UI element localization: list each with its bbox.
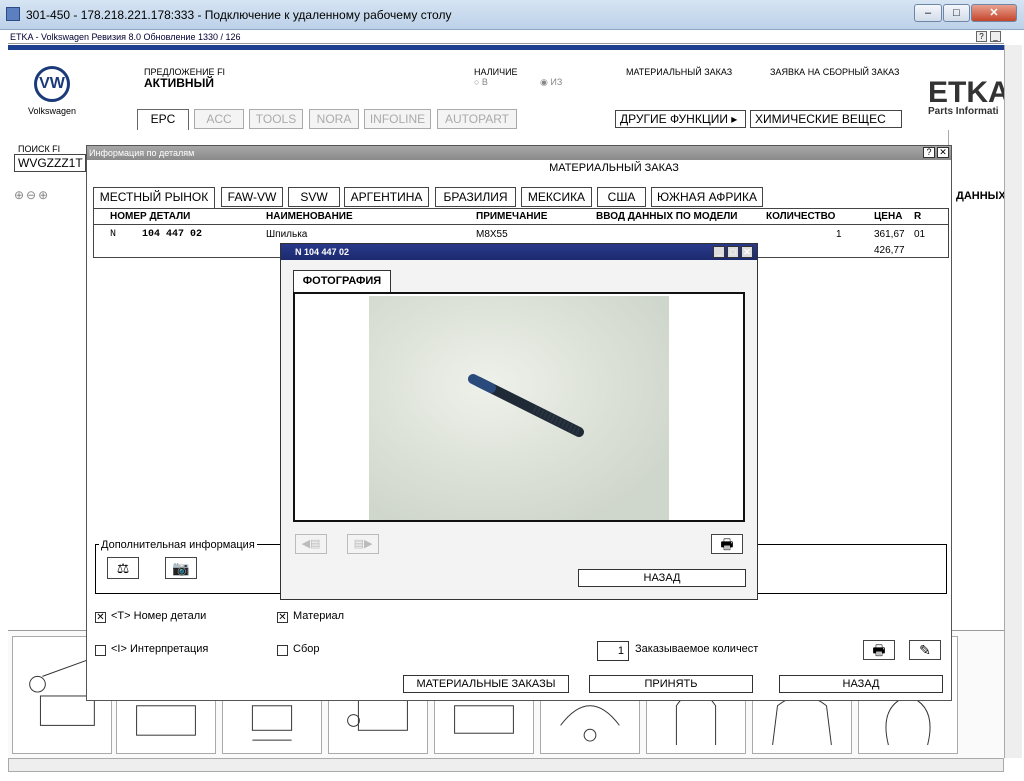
tab-brazil[interactable]: БРАЗИЛИЯ xyxy=(435,187,516,207)
tab-usa[interactable]: США xyxy=(597,187,646,207)
availability-label: НАЛИЧИЕ xyxy=(474,67,518,77)
table-header: НОМЕР ДЕТАЛИ НАИМЕНОВАНИЕ ПРИМЕЧАНИЕ ВВО… xyxy=(94,209,948,225)
availability-option-in[interactable]: ○ В xyxy=(474,77,488,87)
etka-minimize-button[interactable]: _ xyxy=(990,31,1001,42)
offer-value: АКТИВНЫЙ xyxy=(144,76,214,90)
additional-info-label: Дополнительная информация xyxy=(99,539,257,551)
col-note: ПРИМЕЧАНИЕ xyxy=(476,211,548,222)
maximize-button[interactable]: □ xyxy=(943,4,970,22)
dialog-help-button[interactable]: ? xyxy=(923,147,935,158)
photo-minimize-button[interactable]: _ xyxy=(713,246,725,258)
assembly-order-label[interactable]: ЗАЯВКА НА СБОРНЫЙ ЗАКАЗ xyxy=(770,67,899,77)
row-prefix[interactable]: N xyxy=(110,229,116,240)
row-name[interactable]: Шпилька xyxy=(266,229,307,240)
vw-logo: VW xyxy=(34,66,70,102)
photo-print-icon[interactable]: 🖶 xyxy=(711,534,743,554)
row-part-number[interactable]: 104 447 02 xyxy=(142,229,202,240)
order-quantity-input[interactable]: 1 xyxy=(597,641,629,661)
col-quantity: КОЛИЧЕСТВО xyxy=(766,211,836,222)
photo-frame xyxy=(293,292,745,522)
dialog-close-button[interactable]: ✕ xyxy=(937,147,949,158)
checkbox-part-number[interactable]: ✕ xyxy=(95,612,106,623)
checkbox-assembly[interactable] xyxy=(277,645,288,656)
checkbox-material-label: Материал xyxy=(293,610,344,622)
col-model-data: ВВОД ДАННЫХ ПО МОДЕЛИ xyxy=(596,211,738,222)
tab-tools[interactable]: TOOLS xyxy=(249,109,303,129)
photo-back-button[interactable]: НАЗАД xyxy=(578,569,746,587)
brand-logo-text: Volkswagen xyxy=(28,106,77,116)
rdp-title-bar: 301-450 - 178.218.221.178:333 - Подключе… xyxy=(0,0,1024,30)
tab-nora[interactable]: NORA xyxy=(309,109,359,129)
order-quantity-label: Заказываемое количест xyxy=(635,643,759,655)
photo-dialog: N 104 447 02 _ □ ✕ ФОТОГРАФИЯ ◀▤ ▤▶ 🖶 НА… xyxy=(280,243,758,600)
row-quantity[interactable]: 1 xyxy=(836,229,842,240)
tab-acc[interactable]: ACC xyxy=(194,109,244,129)
material-orders-button[interactable]: МАТЕРИАЛЬНЫЕ ЗАКАЗЫ xyxy=(403,675,569,693)
tab-argentina[interactable]: АРГЕНТИНА xyxy=(344,187,429,207)
col-price: ЦЕНА xyxy=(874,211,903,222)
next-photo-button[interactable]: ▤▶ xyxy=(347,534,379,554)
row-price-2[interactable]: 426,77 xyxy=(874,245,905,256)
camera-icon[interactable]: 📷 xyxy=(165,557,197,579)
right-panel xyxy=(948,130,1004,630)
other-functions-button[interactable]: ДРУГИЕ ФУНКЦИИ ▸ xyxy=(615,110,746,128)
checkbox-interpretation[interactable] xyxy=(95,645,106,656)
row-price[interactable]: 361,67 xyxy=(874,229,905,240)
checkbox-material[interactable]: ✕ xyxy=(277,612,288,623)
scale-icon[interactable]: ⚖ xyxy=(107,557,139,579)
material-order-label[interactable]: МАТЕРИАЛЬНЫЙ ЗАКАЗ xyxy=(626,67,732,77)
tab-south-africa[interactable]: ЮЖНАЯ АФРИКА xyxy=(651,187,763,207)
print-icon[interactable]: 🖶 xyxy=(863,640,895,660)
back-button[interactable]: НАЗАД xyxy=(779,675,943,693)
tab-infoline[interactable]: INFOLINE xyxy=(364,109,431,129)
tab-local-market[interactable]: МЕСТНЫЙ РЫНОК xyxy=(93,187,215,208)
dialog-heading: МАТЕРИАЛЬНЫЙ ЗАКАЗ xyxy=(549,162,679,174)
accept-button[interactable]: ПРИНЯТЬ xyxy=(589,675,753,693)
row-r[interactable]: 01 xyxy=(914,229,925,240)
tab-faw-vw[interactable]: FAW-VW xyxy=(221,187,283,207)
etka-title-bar: ETKA - Volkswagen Ревизия 8.0 Обновление… xyxy=(8,30,1004,44)
photo-title: N 104 447 02 xyxy=(295,247,350,257)
search-label: ПОИСК FI xyxy=(18,144,61,154)
dialog-title: Информация по деталям xyxy=(89,148,195,158)
minimize-button[interactable]: – xyxy=(914,4,942,22)
rdp-window-title: 301-450 - 178.218.221.178:333 - Подключе… xyxy=(26,8,452,22)
etka-brand: ETKA xyxy=(928,76,1010,109)
close-button[interactable]: ✕ xyxy=(971,4,1017,22)
photo-title-bar: N 104 447 02 _ □ ✕ xyxy=(281,244,757,260)
photo-close-button[interactable]: ✕ xyxy=(741,246,753,258)
checkbox-part-number-label: <T> Номер детали xyxy=(111,610,207,622)
etka-brand-subtitle: Parts Informati xyxy=(928,106,999,117)
previous-photo-button[interactable]: ◀▤ xyxy=(295,534,327,554)
row-note[interactable]: M8X55 xyxy=(476,229,508,240)
zoom-icons[interactable]: ⊕⊖⊕ xyxy=(14,188,86,206)
vertical-scrollbar[interactable] xyxy=(1004,45,1022,758)
col-name: НАИМЕНОВАНИЕ xyxy=(266,211,353,222)
tab-photo[interactable]: ФОТОГРАФИЯ xyxy=(293,270,391,292)
etka-window-title: ETKA - Volkswagen Ревизия 8.0 Обновление… xyxy=(10,32,241,42)
availability-option-out[interactable]: ◉ ИЗ xyxy=(540,77,562,88)
checkbox-interpretation-label: <I> Интерпретация xyxy=(111,643,209,655)
col-r: R xyxy=(914,211,922,222)
dialog-title-bar: Информация по деталям ? ✕ xyxy=(87,146,951,160)
edit-icon[interactable]: ✎ xyxy=(909,640,941,660)
tab-svw[interactable]: SVW xyxy=(288,187,340,207)
tab-autopart[interactable]: AUTOPART xyxy=(437,109,517,129)
search-input[interactable]: WVGZZZ1T xyxy=(14,154,86,172)
photo-maximize-button[interactable]: □ xyxy=(727,246,739,258)
tab-mexico[interactable]: МЕКСИКА xyxy=(521,187,592,207)
part-photo xyxy=(369,296,669,520)
etka-help-button[interactable]: ? xyxy=(976,31,987,42)
horizontal-scrollbar[interactable] xyxy=(8,758,1004,772)
checkbox-assembly-label: Сбор xyxy=(293,643,320,655)
chemicals-select[interactable]: ХИМИЧЕСКИЕ ВЕЩЕС xyxy=(750,110,902,128)
col-part-number: НОМЕР ДЕТАЛИ xyxy=(110,211,191,222)
etka-accent-bar xyxy=(8,45,1004,50)
tab-epc[interactable]: EPC xyxy=(137,109,189,130)
rdp-icon xyxy=(6,7,20,21)
